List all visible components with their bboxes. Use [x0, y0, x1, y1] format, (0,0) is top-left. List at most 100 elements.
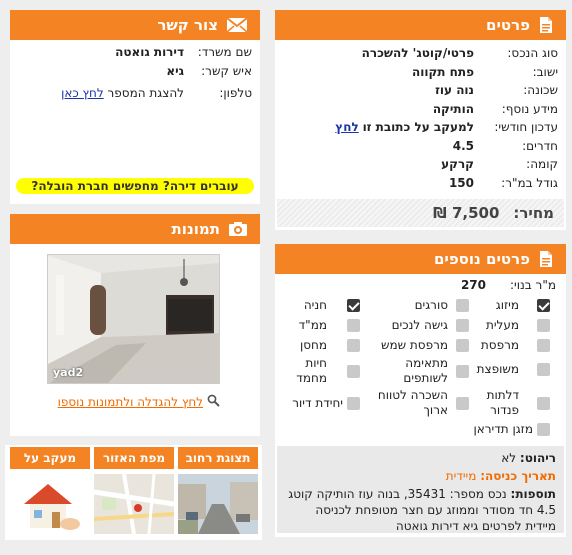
price-value: 7,500 ₪ [433, 204, 500, 222]
feature-label: יחידת דיור [292, 396, 343, 410]
area-map-image[interactable] [94, 474, 174, 534]
property-photo[interactable]: yad2 [47, 254, 220, 384]
feature-label: מחסן [299, 338, 327, 352]
feature-label: מתאימה לשותפים [403, 356, 448, 385]
checkbox[interactable] [537, 319, 550, 332]
show-phone-link[interactable]: לחץ כאן [61, 86, 104, 100]
detail-value: הותיקה [432, 101, 474, 116]
person-value: גיא [166, 63, 184, 78]
extra-details-panel: פרטים נוספים מ"ר בנוי: 270 מיזוג מעלית מ… [275, 244, 566, 537]
detail-value: פרטי/קוטג' להשכרה [361, 46, 474, 61]
office-label: שם משרד: [197, 45, 252, 60]
contact-header: צור קשר [10, 10, 260, 40]
feature-item[interactable]: חיות מחמד [291, 356, 360, 386]
checkbox[interactable] [347, 364, 360, 378]
detail-row: חדרים: 4.5 [275, 137, 558, 156]
detail-row: ישוב: פתח תקווה [275, 63, 558, 82]
feature-item[interactable]: מתאימה לשותפים [380, 356, 469, 386]
checkbox[interactable] [456, 299, 469, 312]
track-property-label: מעקב על הנכס [10, 447, 90, 469]
detail-label: חדרים: [522, 138, 558, 153]
furniture-label: ריהוט: [519, 451, 556, 465]
feature-item[interactable]: השכרה לטווח ארוך [370, 388, 469, 418]
contact-person-row: איש קשר: גיא [10, 62, 252, 81]
checkbox[interactable] [347, 299, 360, 312]
checkbox[interactable] [347, 397, 360, 410]
price-label: מחיר: [513, 204, 554, 222]
detail-row: מידע נוסף: הותיקה [275, 100, 558, 119]
price-bar: מחיר: 7,500 ₪ [277, 199, 564, 227]
feature-item[interactable]: סורגים [380, 298, 469, 313]
checkbox[interactable] [456, 319, 469, 332]
detail-value: קרקע [441, 157, 474, 172]
feature-label: מרפסת שמש [380, 338, 448, 352]
feature-item[interactable]: משופצת [477, 362, 550, 377]
photos-title: תמונות [171, 220, 220, 238]
document-icon [538, 16, 554, 34]
contact-title: צור קשר [157, 16, 218, 34]
magnifier-icon [207, 394, 220, 410]
feature-item[interactable]: מזגן תדיראן [449, 422, 550, 437]
phone-label: טלפון: [219, 86, 252, 101]
checkbox[interactable] [537, 423, 550, 436]
checkbox[interactable] [537, 299, 550, 312]
area-map-label: מפת האזור [94, 447, 174, 469]
enlarge-photos-row[interactable]: לחץ להגדלה ולתמונות נוספו [58, 394, 220, 410]
notes-row: תוספות: נכס מספר: 35431, בנוה עוז הותיקה… [283, 486, 556, 534]
detail-value: נוה עוז [435, 83, 474, 98]
checkbox[interactable] [456, 396, 469, 410]
feature-item[interactable]: גישה לנכים [380, 318, 469, 333]
detail-label: מידע נוסף: [501, 101, 558, 116]
feature-item[interactable]: מעלית [479, 318, 550, 333]
built-area-value: 270 [460, 278, 486, 293]
feature-label: גישה לנכים [391, 318, 448, 332]
detail-value: 150 [448, 175, 474, 190]
detail-value: פתח תקווה [411, 64, 474, 79]
detail-label: קומה: [526, 157, 558, 172]
camera-icon [228, 221, 248, 237]
checkbox[interactable] [456, 364, 469, 378]
photos-panel: תמונות yad2 לחץ להגדלה ולתמונות נוספו [10, 214, 260, 436]
detail-label: עדכון חודשי: [494, 120, 558, 135]
feature-item[interactable]: דלתות פנדור [479, 388, 550, 418]
feature-label: מעלית [485, 318, 519, 332]
built-area-row: מ"ר בנוי: 270 [461, 276, 556, 295]
feature-label: מזגן תדיראן [473, 422, 533, 436]
feature-label: חיות מחמד [296, 356, 327, 385]
office-value: דירות גואטה [115, 45, 184, 60]
track-property-tile[interactable]: מעקב על הנכס [10, 447, 90, 534]
feature-item[interactable]: מרפסת [479, 338, 550, 353]
extra-details-header: פרטים נוספים [275, 244, 566, 274]
checkbox[interactable] [456, 339, 469, 352]
detail-label: גודל במ"ר: [501, 175, 558, 190]
feature-item[interactable]: מרפסת שמש [380, 338, 469, 353]
contact-panel: צור קשר שם משרד: דירות גואטה איש קשר: גיא … [10, 10, 260, 204]
detail-row: גודל במ"ר: 150 [275, 174, 558, 193]
area-map-tile[interactable]: מפת האזור [94, 447, 174, 534]
street-view-image[interactable] [178, 474, 258, 534]
feature-item[interactable]: ממ"ד [291, 318, 360, 333]
extra-details-title: פרטים נוספים [433, 250, 530, 268]
contact-office-row: שם משרד: דירות גואטה [10, 43, 252, 62]
feature-label: סורגים [414, 298, 448, 312]
feature-item[interactable]: מחסן [291, 338, 360, 353]
feature-item[interactable]: יחידת דיור [279, 396, 360, 411]
checkbox[interactable] [537, 339, 550, 352]
house-icon[interactable] [10, 474, 90, 534]
detail-row: סוג הנכס: פרטי/קוטג' להשכרה [275, 44, 558, 63]
entry-date-row: תאריך כניסה: מיידית [283, 468, 556, 484]
monthly-update-link[interactable]: לחץ [335, 120, 358, 134]
street-view-tile[interactable]: תצוגת רחוב [178, 447, 258, 534]
enlarge-photos-link[interactable]: לחץ להגדלה ולתמונות נוספו [58, 395, 203, 409]
person-label: איש קשר: [201, 63, 252, 78]
moving-banner[interactable]: עוברים דירה? מחפשים חברת הובלה? [16, 178, 254, 194]
feature-item[interactable]: מיזוג [479, 298, 550, 313]
checkbox[interactable] [537, 363, 550, 376]
checkbox[interactable] [347, 319, 360, 332]
feature-label: ממ"ד [298, 318, 327, 332]
detail-label: ישוב: [532, 64, 558, 79]
detail-value: 4.5 [452, 138, 474, 153]
checkbox[interactable] [347, 339, 360, 352]
checkbox[interactable] [537, 396, 550, 410]
feature-item[interactable]: חניה [291, 298, 360, 313]
